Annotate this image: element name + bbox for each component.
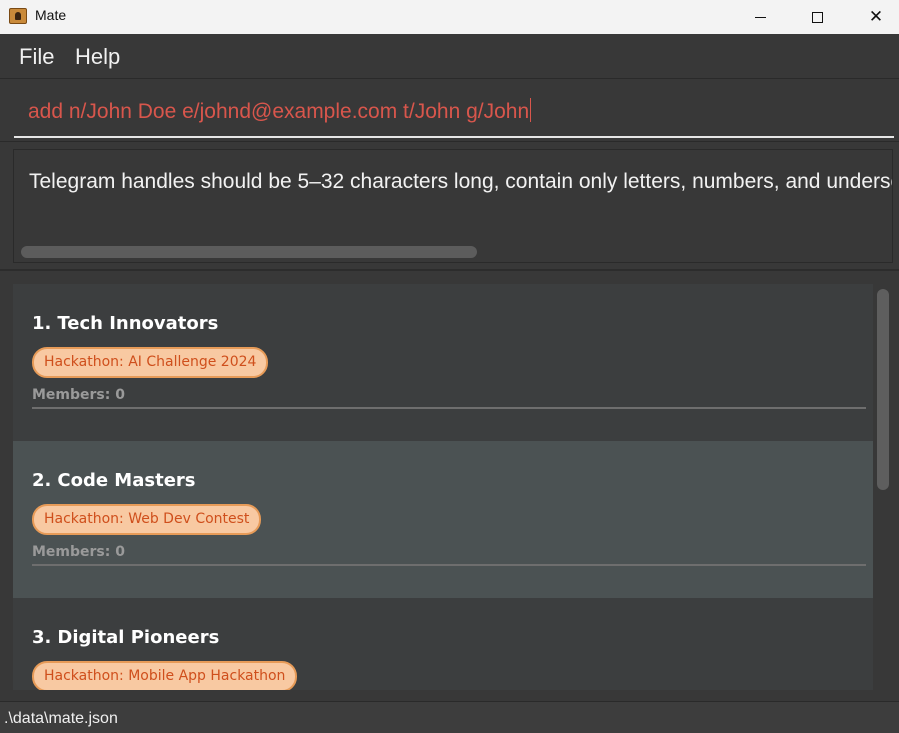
team-title: 3. Digital Pioneers — [32, 627, 219, 648]
horizontal-scrollbar[interactable] — [21, 246, 477, 258]
team-index: 1. — [32, 313, 52, 334]
result-display[interactable]: Telegram handles should be 5–32 characte… — [13, 149, 893, 263]
team-index: 2. — [32, 470, 52, 491]
command-text: add n/John Doe e/johnd@example.com t/Joh… — [28, 100, 530, 123]
vertical-scrollbar-thumb[interactable] — [877, 289, 889, 490]
card-divider — [32, 407, 866, 409]
text-caret — [530, 98, 532, 122]
team-card[interactable]: 1. Tech Innovators Hackathon: AI Challeng… — [13, 284, 873, 441]
status-bar: .\data\mate.json — [0, 701, 899, 733]
result-display-area: Telegram handles should be 5–32 characte… — [0, 143, 899, 271]
command-box-area: add n/John Doe e/johnd@example.com t/Joh… — [0, 80, 899, 142]
team-name: Tech Innovators — [57, 313, 219, 334]
team-index: 3. — [32, 627, 52, 648]
card-divider — [32, 564, 866, 566]
minimize-icon — [754, 16, 766, 18]
team-list[interactable]: 1. Tech Innovators Hackathon: AI Challeng… — [13, 284, 873, 690]
title-bar: Mate ✕ — [0, 0, 899, 34]
command-input[interactable]: add n/John Doe e/johnd@example.com t/Joh… — [14, 92, 894, 138]
maximize-button[interactable] — [794, 0, 840, 34]
minimize-button[interactable] — [737, 0, 783, 34]
team-name: Code Masters — [57, 470, 196, 491]
maximize-icon — [811, 11, 823, 23]
team-title: 1. Tech Innovators — [32, 313, 218, 334]
hackathon-tag: Hackathon: Mobile App Hackathon — [32, 661, 298, 690]
window-title: Mate — [35, 7, 67, 23]
members-count: Members: 0 — [32, 544, 125, 560]
close-icon: ✕ — [868, 7, 884, 27]
menu-file[interactable]: File — [19, 44, 54, 70]
team-card-selected[interactable]: 2. Code Masters Hackathon: Web Dev Contes… — [13, 441, 873, 598]
app-icon — [9, 8, 27, 24]
team-card[interactable]: 3. Digital Pioneers Hackathon: Mobile App… — [13, 598, 873, 690]
menu-bar: File Help — [0, 34, 899, 79]
team-title: 2. Code Masters — [32, 470, 196, 491]
result-message: Telegram handles should be 5–32 characte… — [29, 170, 893, 193]
menu-help[interactable]: Help — [75, 44, 120, 70]
hackathon-tag: Hackathon: Web Dev Contest — [32, 504, 262, 535]
members-count: Members: 0 — [32, 387, 125, 403]
team-list-area: 1. Tech Innovators Hackathon: AI Challeng… — [0, 273, 899, 701]
data-file-path: .\data\mate.json — [4, 710, 118, 727]
close-button[interactable]: ✕ — [853, 0, 899, 34]
hackathon-tag: Hackathon: AI Challenge 2024 — [32, 347, 269, 378]
team-name: Digital Pioneers — [57, 627, 220, 648]
